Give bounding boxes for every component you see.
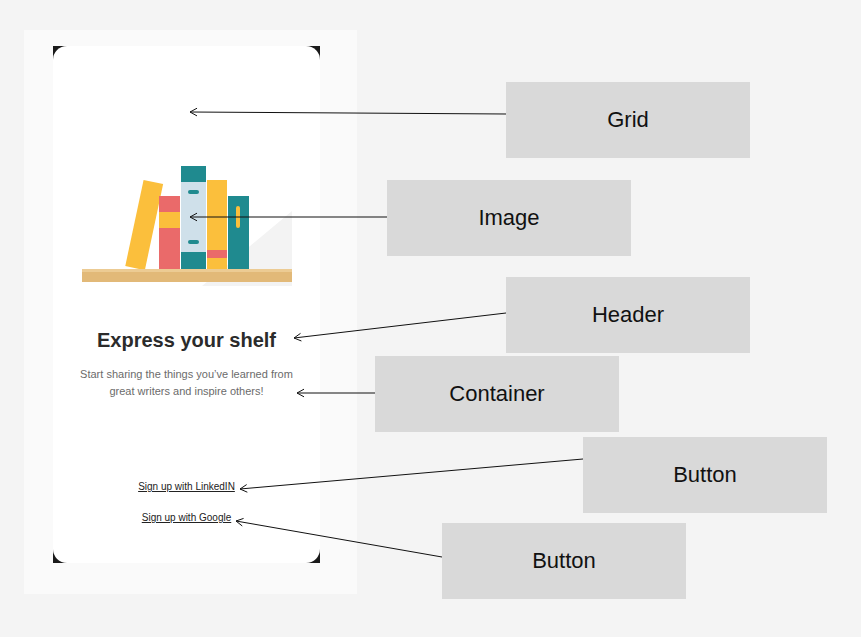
annotation-arrow [190, 108, 506, 116]
annotated-mockup: Express your shelf Start sharing the thin… [0, 0, 861, 637]
books-shelf-icon [82, 166, 292, 286]
annotation-arrow [190, 213, 387, 221]
signup-buttons: Sign up with LinkedIN Sign up with Google [138, 480, 235, 525]
annotation-label: Image [387, 180, 631, 256]
signup-button[interactable]: Sign up with Google [142, 511, 232, 525]
annotation-arrow [240, 459, 583, 492]
annotation-label: Header [506, 277, 750, 353]
signup-button[interactable]: Sign up with LinkedIN [138, 480, 235, 494]
screen-subtitle: Start sharing the things you’ve learned … [74, 366, 299, 400]
mockup-panel: Express your shelf Start sharing the thin… [24, 30, 357, 594]
annotation-label: Button [442, 523, 686, 599]
annotation-label: Container [375, 356, 619, 432]
annotation-label: Grid [506, 82, 750, 158]
phone-frame: Express your shelf Start sharing the thin… [53, 46, 320, 563]
annotation-arrow [297, 389, 375, 397]
annotation-label: Button [583, 437, 827, 513]
screen-header: Express your shelf [97, 328, 276, 352]
annotation-arrow [294, 313, 506, 341]
annotation-arrow [236, 518, 442, 557]
phone-screen: Express your shelf Start sharing the thin… [53, 46, 320, 563]
